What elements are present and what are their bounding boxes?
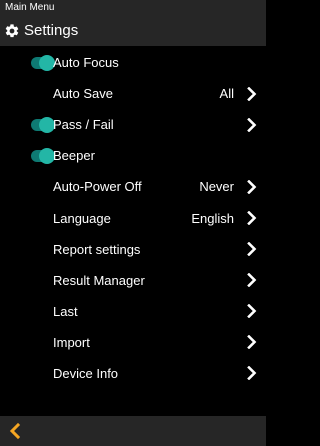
breadcrumb[interactable]: Main Menu [5, 3, 54, 13]
setting-label: Auto-Power Off [53, 179, 142, 195]
setting-device-info[interactable]: Device Info [0, 358, 266, 389]
setting-auto-power-off[interactable]: Auto-Power Off Never [0, 171, 266, 202]
chevron-right-icon[interactable] [247, 211, 257, 226]
pass-fail-toggle[interactable] [31, 116, 55, 133]
auto-focus-toggle[interactable] [31, 54, 55, 71]
chevron-right-icon[interactable] [247, 335, 257, 350]
setting-result-manager[interactable]: Result Manager [0, 265, 266, 296]
setting-last[interactable]: Last [0, 296, 266, 327]
setting-label: Auto Focus [53, 55, 119, 71]
setting-label: Import [53, 334, 90, 350]
setting-import[interactable]: Import [0, 327, 266, 358]
chevron-right-icon[interactable] [247, 273, 257, 288]
chevron-right-icon[interactable] [247, 242, 257, 257]
setting-auto-save[interactable]: Auto Save All [0, 78, 266, 109]
beeper-toggle[interactable] [31, 147, 55, 164]
settings-list: Auto Focus Auto Save All Pass / Fail Bee… [0, 47, 266, 389]
chevron-right-icon[interactable] [247, 366, 257, 381]
setting-label: Device Info [53, 365, 119, 381]
settings-screen: Main Menu Settings Auto Focus Auto Save … [0, 0, 266, 446]
footer-bar [0, 416, 266, 446]
setting-label: Last [53, 303, 78, 319]
chevron-right-icon[interactable] [247, 117, 257, 132]
setting-label: Beeper [53, 148, 95, 164]
setting-auto-focus[interactable]: Auto Focus [0, 47, 266, 78]
chevron-left-icon[interactable] [6, 422, 24, 440]
setting-label: Report settings [53, 241, 141, 257]
setting-label: Result Manager [53, 272, 145, 288]
setting-label: Auto Save [53, 86, 113, 102]
setting-value: Never [199, 179, 234, 195]
title-row: Settings [4, 20, 78, 42]
header-bar: Main Menu Settings [0, 0, 266, 46]
setting-pass-fail[interactable]: Pass / Fail [0, 109, 266, 140]
setting-language[interactable]: Language English [0, 202, 266, 233]
page-title: Settings [24, 22, 79, 39]
setting-report-settings[interactable]: Report settings [0, 234, 266, 265]
setting-label: Language [53, 210, 111, 226]
setting-value: English [191, 210, 234, 226]
setting-beeper[interactable]: Beeper [0, 140, 266, 171]
gear-icon [5, 24, 19, 38]
chevron-right-icon[interactable] [247, 179, 257, 194]
setting-value: All [219, 86, 234, 102]
chevron-right-icon[interactable] [247, 86, 257, 101]
setting-label: Pass / Fail [53, 117, 114, 133]
chevron-right-icon[interactable] [247, 304, 257, 319]
